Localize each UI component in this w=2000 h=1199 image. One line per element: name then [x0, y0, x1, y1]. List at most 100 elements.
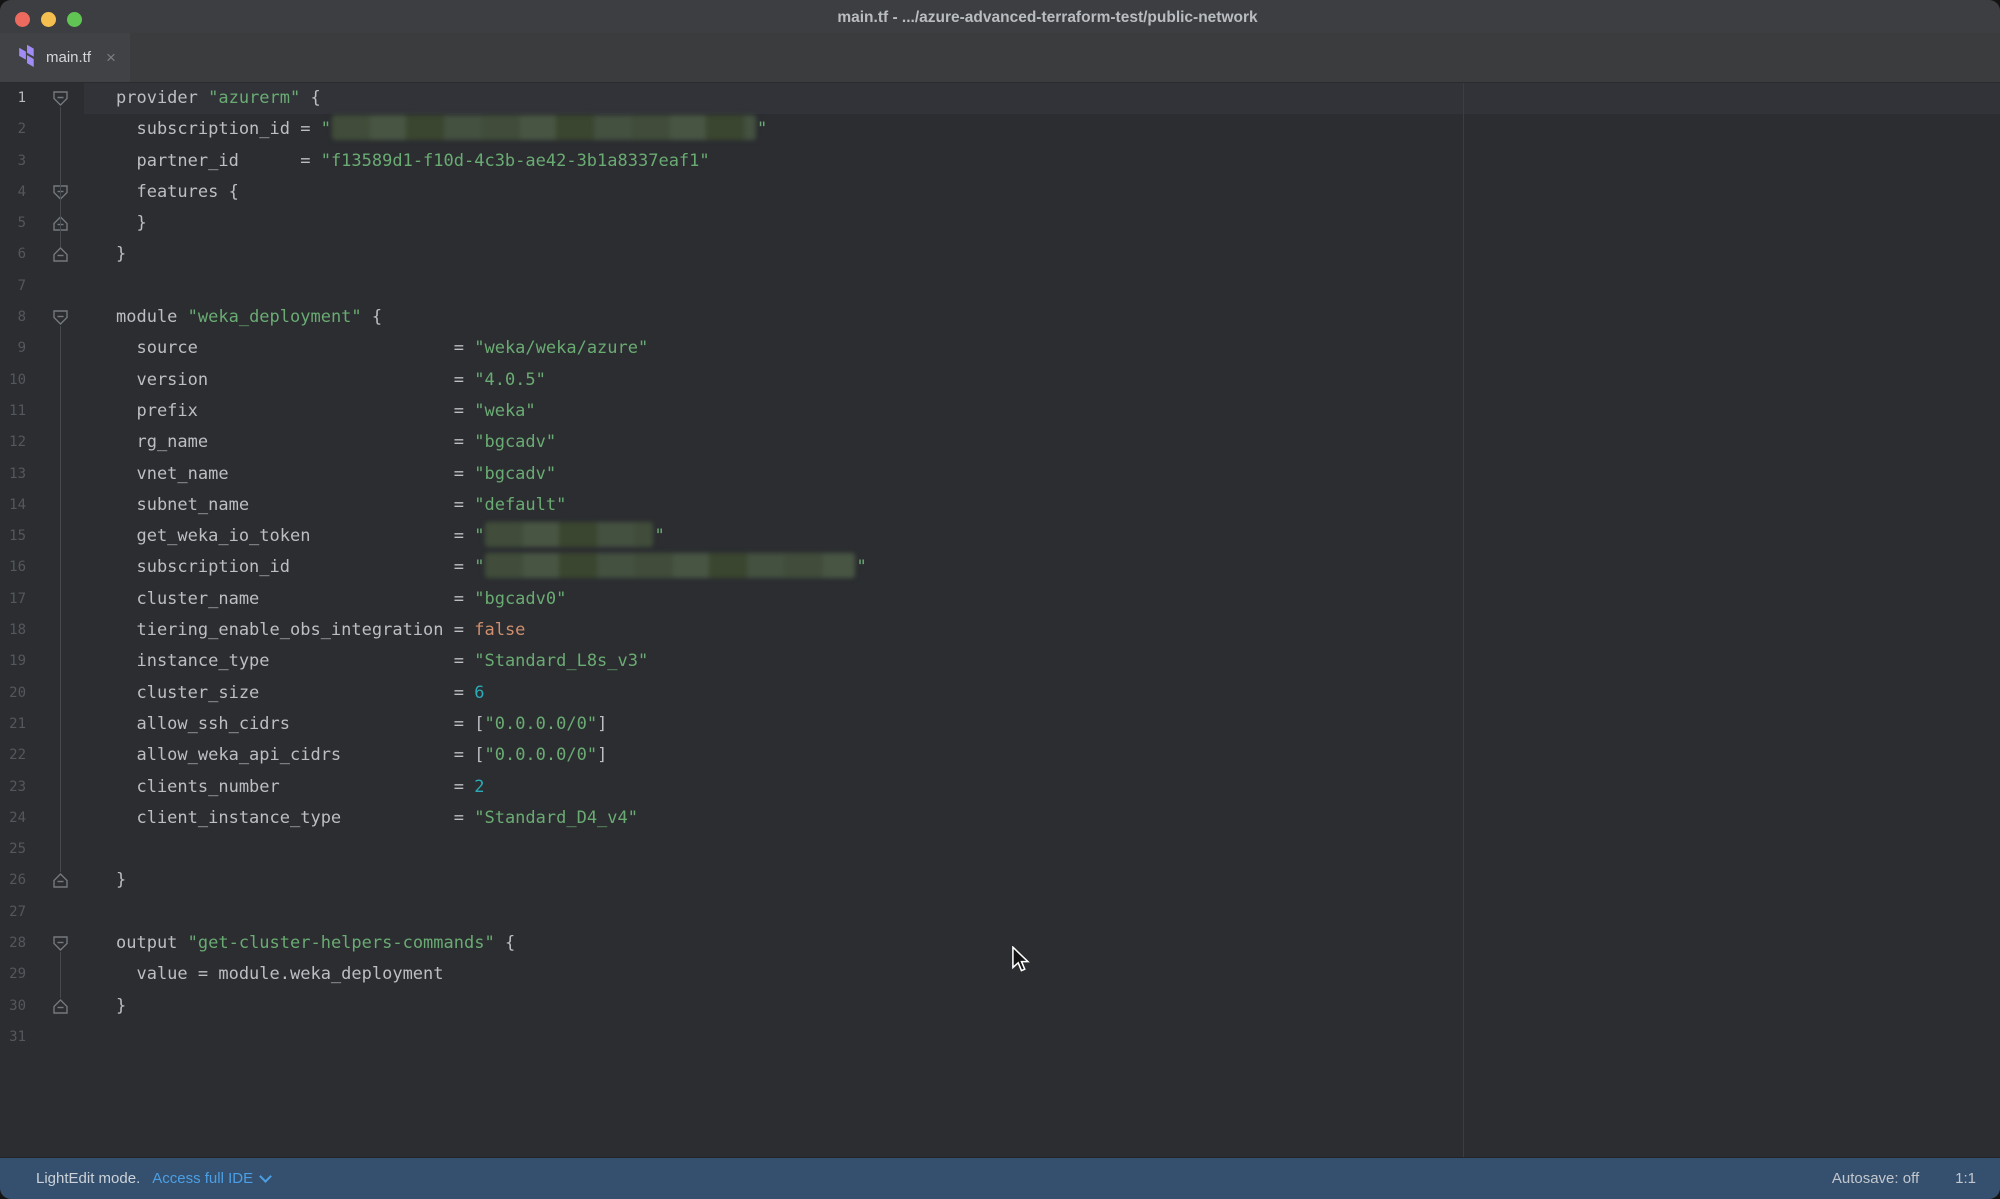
window-title: main.tf - .../azure-advanced-terraform-t…	[0, 0, 2000, 33]
code-line[interactable]: 23 clients_number = 2	[0, 772, 2000, 803]
code-line[interactable]: 28 output "get-cluster-helpers-commands" …	[0, 928, 2000, 959]
code-text: features {	[116, 177, 239, 208]
code-text: clients_number = 2	[116, 772, 484, 803]
lightedit-mode-label: LightEdit mode.	[36, 1170, 140, 1187]
line-number: 19	[0, 646, 26, 677]
status-bar-widgets: Autosave: off 1:1	[1832, 1170, 1976, 1187]
editor-tab-bar: main.tf ×	[0, 33, 2000, 83]
line-number: 28	[0, 928, 26, 959]
line-number: 27	[0, 897, 26, 928]
line-number: 13	[0, 459, 26, 490]
fold-connector-line	[60, 952, 61, 998]
code-line[interactable]: 14 subnet_name = "default"	[0, 490, 2000, 521]
code-line[interactable]: 24 client_instance_type = "Standard_D4_v…	[0, 803, 2000, 834]
title-bar: main.tf - .../azure-advanced-terraform-t…	[0, 0, 2000, 33]
terraform-icon	[17, 44, 36, 72]
code-text: version = "4.0.5"	[116, 365, 546, 396]
code-text: cluster_name = "bgcadv0"	[116, 584, 566, 615]
code-text: rg_name = "bgcadv"	[116, 427, 556, 458]
code-line[interactable]: 8 module "weka_deployment" {	[0, 302, 2000, 333]
line-number: 15	[0, 521, 26, 552]
redacted-secret	[485, 522, 653, 547]
line-number: 6	[0, 239, 26, 270]
code-line[interactable]: 6}	[0, 239, 2000, 270]
line-number: 26	[0, 865, 26, 896]
code-line[interactable]: 9 source = "weka/weka/azure"	[0, 333, 2000, 364]
line-number: 5	[0, 208, 26, 239]
code-line[interactable]: 31	[0, 1022, 2000, 1053]
fold-up-icon[interactable]	[52, 998, 69, 1015]
code-text: }	[116, 865, 126, 896]
code-line[interactable]: 10 version = "4.0.5"	[0, 365, 2000, 396]
tab-label: main.tf	[46, 49, 91, 66]
line-number: 20	[0, 678, 26, 709]
code-line[interactable]: 4 features {	[0, 177, 2000, 208]
code-line[interactable]: 12 rg_name = "bgcadv"	[0, 427, 2000, 458]
line-number: 3	[0, 146, 26, 177]
chevron-down-icon	[259, 1170, 272, 1183]
code-line[interactable]: 3 partner_id = "f13589d1-f10d-4c3b-ae42-…	[0, 146, 2000, 177]
line-number: 30	[0, 991, 26, 1022]
line-number: 2	[0, 114, 26, 145]
fold-up-icon[interactable]	[52, 246, 69, 263]
code-text: source = "weka/weka/azure"	[116, 333, 648, 364]
caret-position[interactable]: 1:1	[1955, 1170, 1976, 1187]
access-full-ide-link[interactable]: Access full IDE	[152, 1170, 270, 1187]
code-line[interactable]: 27	[0, 897, 2000, 928]
code-text: value = module.weka_deployment	[116, 959, 444, 990]
redacted-secret	[485, 553, 855, 578]
code-line[interactable]: 16 subscription_id = ""	[0, 552, 2000, 583]
line-number: 8	[0, 302, 26, 333]
code-text: cluster_size = 6	[116, 678, 484, 709]
code-line[interactable]: 22 allow_weka_api_cidrs = ["0.0.0.0/0"]	[0, 740, 2000, 771]
code-text: get_weka_io_token = ""	[116, 521, 665, 552]
code-line[interactable]: 29 value = module.weka_deployment	[0, 959, 2000, 990]
fold-up-icon[interactable]	[52, 872, 69, 889]
tab-main-tf[interactable]: main.tf ×	[0, 33, 130, 82]
code-text: module "weka_deployment" {	[116, 302, 382, 333]
code-lines: 1provider "azurerm" {2 subscription_id =…	[0, 83, 2000, 1053]
line-number: 12	[0, 427, 26, 458]
code-line[interactable]: 7	[0, 271, 2000, 302]
code-editor[interactable]: 1provider "azurerm" {2 subscription_id =…	[0, 83, 2000, 1157]
ide-window: main.tf - .../azure-advanced-terraform-t…	[0, 0, 2000, 1199]
code-text: }	[116, 239, 126, 270]
code-text: subscription_id = ""	[116, 552, 867, 583]
code-line[interactable]: 13 vnet_name = "bgcadv"	[0, 459, 2000, 490]
line-number: 24	[0, 803, 26, 834]
fold-down-icon[interactable]	[52, 90, 69, 107]
code-line[interactable]: 26}	[0, 865, 2000, 896]
code-line[interactable]: 2 subscription_id = ""	[0, 114, 2000, 145]
fold-down-icon[interactable]	[52, 935, 69, 952]
code-line[interactable]: 1provider "azurerm" {	[0, 83, 2000, 114]
line-number: 29	[0, 959, 26, 990]
code-line[interactable]: 20 cluster_size = 6	[0, 678, 2000, 709]
code-line[interactable]: 21 allow_ssh_cidrs = ["0.0.0.0/0"]	[0, 709, 2000, 740]
code-text: subscription_id = ""	[116, 114, 767, 145]
code-line[interactable]: 11 prefix = "weka"	[0, 396, 2000, 427]
code-text: provider "azurerm" {	[116, 83, 321, 114]
code-text: allow_ssh_cidrs = ["0.0.0.0/0"]	[116, 709, 607, 740]
code-text: vnet_name = "bgcadv"	[116, 459, 556, 490]
line-number: 16	[0, 552, 26, 583]
redacted-secret	[332, 115, 756, 140]
code-text: instance_type = "Standard_L8s_v3"	[116, 646, 648, 677]
code-line[interactable]: 15 get_weka_io_token = ""	[0, 521, 2000, 552]
code-line[interactable]: 30}	[0, 991, 2000, 1022]
code-line[interactable]: 18 tiering_enable_obs_integration = fals…	[0, 615, 2000, 646]
tab-close-icon[interactable]: ×	[106, 49, 116, 66]
autosave-status[interactable]: Autosave: off	[1832, 1170, 1919, 1187]
fold-connector-line	[60, 326, 61, 872]
code-line[interactable]: 5 }	[0, 208, 2000, 239]
code-line[interactable]: 17 cluster_name = "bgcadv0"	[0, 584, 2000, 615]
line-number: 22	[0, 740, 26, 771]
code-line[interactable]: 19 instance_type = "Standard_L8s_v3"	[0, 646, 2000, 677]
code-text: allow_weka_api_cidrs = ["0.0.0.0/0"]	[116, 740, 607, 771]
line-number: 4	[0, 177, 26, 208]
code-text: output "get-cluster-helpers-commands" {	[116, 928, 515, 959]
code-line[interactable]: 25	[0, 834, 2000, 865]
fold-down-icon[interactable]	[52, 309, 69, 326]
code-text: client_instance_type = "Standard_D4_v4"	[116, 803, 638, 834]
line-number: 17	[0, 584, 26, 615]
line-number: 21	[0, 709, 26, 740]
